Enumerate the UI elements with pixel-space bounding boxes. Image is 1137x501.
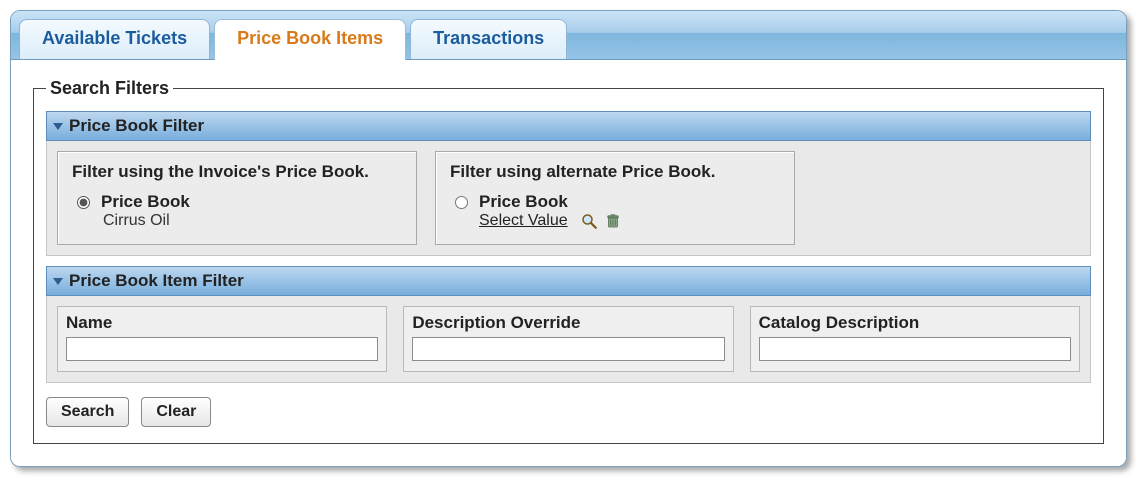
catalog-description-group: Catalog Description [750, 306, 1080, 372]
invoice-price-book-radio[interactable] [77, 196, 90, 209]
clear-button[interactable]: Clear [141, 397, 211, 427]
item-filter-body: Name Description Override Catalog Descri… [46, 296, 1091, 383]
name-group: Name [57, 306, 387, 372]
catalog-description-input[interactable] [759, 337, 1071, 361]
price-book-filter-header[interactable]: Price Book Filter [46, 111, 1091, 141]
alternate-radio-label: Price Book [479, 192, 622, 212]
item-filter-header[interactable]: Price Book Item Filter [46, 266, 1091, 296]
invoice-price-book-box: Filter using the Invoice's Price Book. P… [57, 151, 417, 245]
tab-transactions[interactable]: Transactions [410, 19, 567, 59]
description-override-input[interactable] [412, 337, 724, 361]
catalog-description-label: Catalog Description [759, 313, 1071, 333]
description-override-group: Description Override [403, 306, 733, 372]
name-input[interactable] [66, 337, 378, 361]
collapse-icon [53, 123, 63, 130]
collapse-icon [53, 278, 63, 285]
select-value-link[interactable]: Select Value [479, 212, 568, 230]
search-filters-fieldset: Search Filters Price Book Filter Filter … [33, 78, 1104, 444]
name-label: Name [66, 313, 378, 333]
tab-content: Search Filters Price Book Filter Filter … [11, 60, 1126, 466]
alternate-box-title: Filter using alternate Price Book. [450, 162, 780, 182]
invoice-radio-label: Price Book [101, 192, 190, 212]
tab-bar: Available Tickets Price Book Items Trans… [11, 11, 1126, 60]
trash-icon[interactable] [604, 212, 622, 230]
alternate-price-book-radio[interactable] [455, 196, 468, 209]
item-filter-title: Price Book Item Filter [69, 271, 244, 291]
price-book-filter-title: Price Book Filter [69, 116, 204, 136]
invoice-box-title: Filter using the Invoice's Price Book. [72, 162, 402, 182]
description-override-label: Description Override [412, 313, 724, 333]
search-icon[interactable] [580, 212, 598, 230]
tab-available-tickets[interactable]: Available Tickets [19, 19, 210, 59]
search-filters-legend: Search Filters [46, 78, 173, 99]
price-book-filter-body: Filter using the Invoice's Price Book. P… [46, 141, 1091, 256]
alternate-price-book-box: Filter using alternate Price Book. Price… [435, 151, 795, 245]
invoice-price-book-value: Cirrus Oil [103, 212, 190, 230]
search-button[interactable]: Search [46, 397, 129, 427]
main-panel: Available Tickets Price Book Items Trans… [10, 10, 1127, 467]
tab-price-book-items[interactable]: Price Book Items [214, 19, 406, 60]
